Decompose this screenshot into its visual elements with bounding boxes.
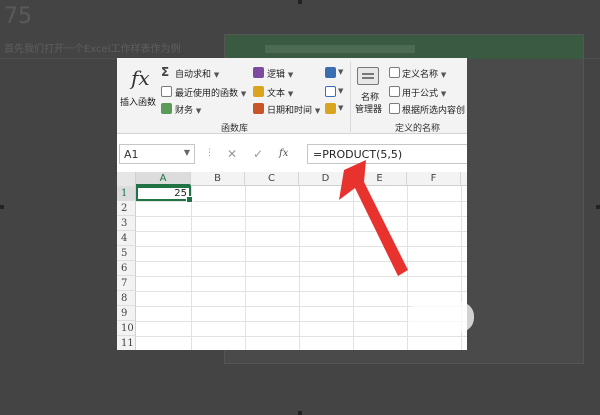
recent-functions-button[interactable]: 最近使用的函数 ▼ — [175, 86, 246, 99]
insert-function-fx-icon[interactable]: fx — [279, 148, 288, 159]
column-header-a[interactable]: A — [136, 172, 191, 186]
formula-input[interactable]: =PRODUCT(5,5) — [307, 144, 467, 164]
row-header-1[interactable]: 1 — [117, 186, 136, 201]
cancel-icon[interactable]: ✕ — [227, 147, 237, 161]
create-from-selection-icon — [389, 103, 400, 114]
column-header-row: A B C D E F — [117, 172, 467, 186]
row-header-3[interactable]: 3 — [117, 216, 136, 231]
create-from-selection-button[interactable]: 根据所选内容创 — [402, 103, 465, 116]
datetime-button[interactable]: 日期和时间 ▼ — [267, 103, 320, 116]
use-in-formula-button[interactable]: 用于公式 ▼ — [402, 86, 446, 99]
function-library-label: 函数库 — [221, 124, 249, 134]
enter-icon[interactable]: ✓ — [253, 147, 263, 161]
more-functions-icon[interactable] — [325, 103, 336, 114]
row-header-5[interactable]: 5 — [117, 246, 136, 261]
text-functions-icon — [253, 86, 264, 97]
column-header-b[interactable]: B — [191, 172, 245, 186]
name-box[interactable]: A1 ▼ — [119, 144, 195, 164]
use-in-formula-icon — [389, 86, 400, 97]
select-all-corner[interactable] — [117, 172, 136, 186]
defined-names-label: 定义的名称 — [395, 124, 441, 134]
row-header-9[interactable]: 9 — [117, 306, 136, 321]
insert-function-button[interactable]: 插入函数 — [120, 95, 156, 108]
formula-bar: A1 ▼ ⋮ ✕ ✓ fx =PRODUCT(5,5) — [117, 142, 467, 166]
name-manager-icon — [357, 67, 379, 85]
define-name-icon — [389, 67, 400, 78]
ribbon-formulas: fx 插入函数 Σ 自动求和 ▼ 最近使用的函数 ▼ 财务 ▼ 逻辑 ▼ 文本 … — [117, 58, 467, 134]
column-header-d[interactable]: D — [299, 172, 353, 186]
row-header-7[interactable]: 7 — [117, 276, 136, 291]
financial-button[interactable]: 财务 ▼ — [175, 103, 201, 116]
autosum-button[interactable]: 自动求和 ▼ — [175, 67, 219, 80]
column-header-c[interactable]: C — [245, 172, 299, 186]
recent-functions-icon — [161, 86, 172, 97]
row-header-11[interactable]: 11 — [117, 336, 136, 350]
column-header-e[interactable]: E — [353, 172, 407, 186]
row-header-6[interactable]: 6 — [117, 261, 136, 276]
sigma-icon: Σ — [161, 65, 170, 79]
blurred-watermark — [408, 302, 474, 332]
step-number: 75 — [4, 4, 32, 29]
datetime-icon — [253, 103, 264, 114]
define-name-button[interactable]: 定义名称 ▼ — [402, 67, 446, 80]
insert-function-icon[interactable]: fx — [131, 66, 150, 90]
lookup-reference-icon[interactable] — [325, 67, 336, 78]
name-manager-label-2[interactable]: 管理器 — [355, 102, 382, 115]
row-header-10[interactable]: 10 — [117, 321, 136, 336]
column-header-f[interactable]: F — [407, 172, 461, 186]
logical-button[interactable]: 逻辑 ▼ — [267, 67, 293, 80]
row-header-4[interactable]: 4 — [117, 231, 136, 246]
row-header-8[interactable]: 8 — [117, 291, 136, 306]
resize-handle[interactable]: ⋮ — [205, 148, 214, 158]
chevron-down-icon[interactable]: ▼ — [184, 148, 190, 157]
cell-a1[interactable]: 25 — [136, 186, 193, 203]
text-functions-button[interactable]: 文本 ▼ — [267, 86, 293, 99]
math-trig-icon[interactable] — [325, 86, 336, 97]
financial-icon — [161, 103, 172, 114]
row-header-2[interactable]: 2 — [117, 201, 136, 216]
instruction-text: 首先我们打开一个Excel工作样表作为例 — [4, 44, 181, 55]
logical-icon — [253, 67, 264, 78]
